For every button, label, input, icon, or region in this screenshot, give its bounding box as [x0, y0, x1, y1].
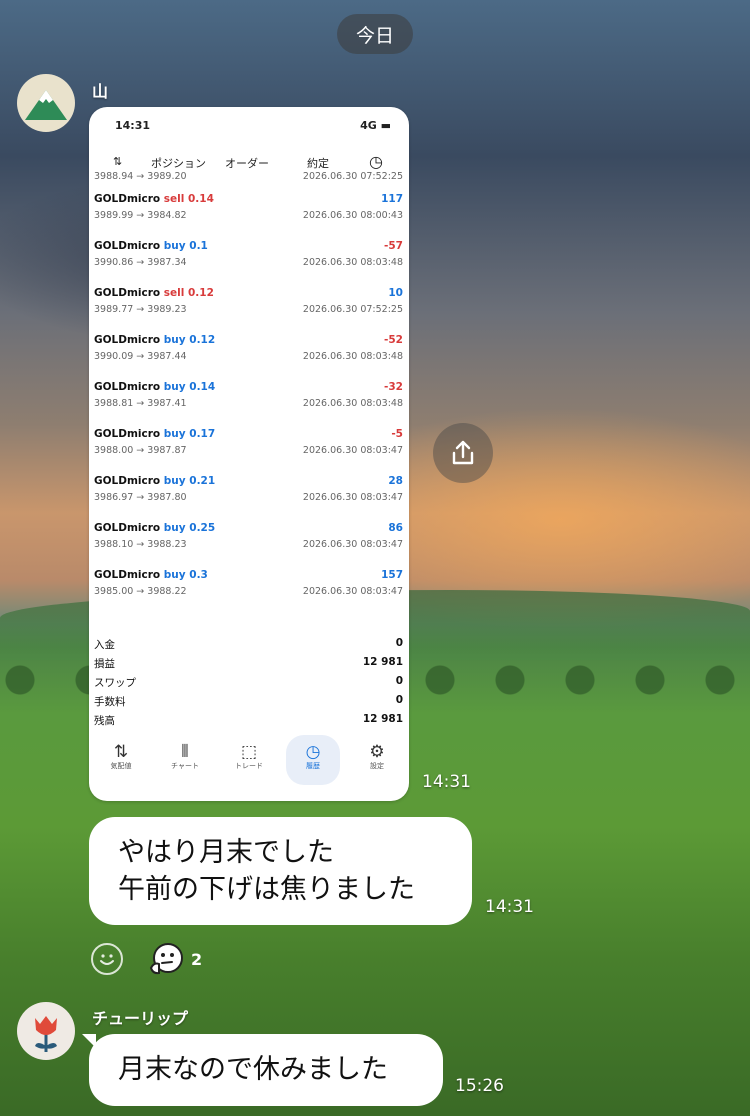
account-summary: 入金 0 損益 12 981 スワップ 0 手数料 0 残高 12 981: [89, 635, 409, 730]
trade-date: 2026.06.30 08:03:48: [302, 257, 403, 268]
trade-date: 2026.06.30 08:03:48: [302, 398, 403, 409]
trade-profit: 10: [388, 287, 403, 299]
trade-price: 3985.00 → 3988.22: [94, 586, 187, 597]
chart-icon: ⫴: [181, 742, 189, 762]
sort-icon: ⇅: [113, 155, 123, 168]
trade-profit: 86: [388, 522, 403, 534]
trade-price: 3989.99 → 3984.82: [94, 210, 187, 221]
trade-date: 2026.06.30 08:03:47: [302, 445, 403, 456]
trade-profit: 157: [381, 569, 403, 581]
status-signal: 4G ▬: [360, 119, 391, 132]
trade-symbol: GOLDmicro sell 0.14: [94, 193, 214, 205]
trade-profit: -52: [384, 334, 403, 346]
history-icon: ◷: [305, 742, 321, 762]
trade-date: 2026.06.30 08:03:47: [302, 586, 403, 597]
screenshot-image-message[interactable]: 14:31 4G ▬ ⇅ ポジション オーダー 約定 ◷ 3988.94 → 3…: [89, 107, 409, 801]
trade-date: 2026.06.30 08:00:43: [302, 210, 403, 221]
reaction-count: 2: [191, 950, 203, 969]
message-bubble[interactable]: やはり月末でした 午前の下げは焦りました: [89, 817, 472, 925]
trade-price: 3986.97 → 3987.80: [94, 492, 187, 503]
sender-name: 山: [92, 82, 109, 101]
nav-chart: ⫴ チャート: [171, 742, 199, 770]
summary-row-profit: 損益 12 981: [94, 656, 403, 670]
avatar-tulip[interactable]: [17, 1002, 75, 1060]
message-time: 14:31: [422, 772, 471, 792]
share-button[interactable]: [433, 423, 493, 483]
share-icon: [452, 440, 474, 465]
trade-row: GOLDmicro buy 0.25 3988.10 → 3988.23 86 202…: [89, 516, 409, 563]
nav-quotes: ⇅ 気配値: [110, 742, 132, 770]
message-bubble[interactable]: 月末なので休みました: [89, 1034, 443, 1106]
trade-list: 3988.94 → 3989.20 2026.06.30 07:52:25 GO…: [89, 169, 409, 610]
trade-profit: 117: [381, 193, 403, 205]
message-line-1: やはり月末でした: [118, 837, 334, 868]
trade-icon: ⬚: [240, 742, 258, 762]
trade-row: GOLDmicro buy 0.21 3986.97 → 3987.80 28 202…: [89, 469, 409, 516]
trade-row: GOLDmicro sell 0.12 3989.77 → 3989.23 10 20…: [89, 281, 409, 328]
reaction-emoji[interactable]: [148, 942, 184, 976]
message-line-2: 午前の下げは焦りました: [118, 874, 415, 905]
trade-date: 2026.06.30 08:03:47: [302, 492, 403, 503]
trade-row: GOLDmicro buy 0.17 3988.00 → 3987.87 -5 202…: [89, 422, 409, 469]
trade-symbol: GOLDmicro buy 0.21: [94, 475, 216, 487]
nav-trade: ⬚ トレード: [235, 742, 263, 770]
trade-date: 2026.06.30 08:03:47: [302, 539, 403, 550]
trade-price: 3988.00 → 3987.87: [94, 445, 187, 456]
trade-symbol: GOLDmicro buy 0.14: [94, 381, 216, 393]
trade-symbol: GOLDmicro buy 0.3: [94, 569, 208, 581]
add-reaction-button[interactable]: [91, 943, 123, 975]
smile-icon: [100, 954, 114, 965]
trade-profit: -57: [384, 240, 403, 252]
app-bottom-nav: ⇅ 気配値 ⫴ チャート ⬚ トレード ◷ 履歴 ⚙ 設定: [89, 735, 409, 785]
summary-row-commission: 手数料 0: [94, 694, 403, 708]
message-time: 15:26: [455, 1076, 504, 1096]
sender-name: チューリップ: [92, 1009, 189, 1028]
trade-row: GOLDmicro buy 0.14 3988.81 → 3987.41 -32 20…: [89, 375, 409, 422]
avatar-mountain[interactable]: [17, 74, 75, 132]
message-text: 月末なので休みました: [118, 1054, 388, 1085]
thinking-face-icon: [149, 943, 183, 975]
trade-price: 3989.77 → 3989.23: [94, 304, 187, 315]
quotes-icon: ⇅: [113, 742, 129, 762]
trade-price: 3990.86 → 3987.34: [94, 257, 187, 268]
trade-price: 3990.09 → 3987.44: [94, 351, 187, 362]
trade-price: 3988.10 → 3988.23: [94, 539, 187, 550]
summary-row-swap: スワップ 0: [94, 675, 403, 689]
trade-date: 2026.06.30 08:03:48: [302, 351, 403, 362]
trade-profit: -32: [384, 381, 403, 393]
trade-symbol: GOLDmicro buy 0.17: [94, 428, 216, 440]
trade-row: GOLDmicro buy 0.1 3990.86 → 3987.34 -57 202…: [89, 234, 409, 281]
trade-price: 3988.81 → 3987.41: [94, 398, 187, 409]
trade-symbol: GOLDmicro sell 0.12: [94, 287, 214, 299]
message-time: 14:31: [485, 897, 534, 917]
trade-row: GOLDmicro sell 0.14 3989.99 → 3984.82 117 2…: [89, 187, 409, 234]
trade-profit: 28: [388, 475, 403, 487]
trade-row: GOLDmicro buy 0.3 3985.00 → 3988.22 157 202…: [89, 563, 409, 610]
trade-row-partial: 3988.94 → 3989.20 2026.06.30 07:52:25: [94, 171, 403, 182]
date-separator: 今日: [337, 14, 413, 54]
summary-row-deposit: 入金 0: [94, 637, 403, 651]
phone-status-bar: 14:31 4G ▬: [89, 107, 409, 145]
tulip-icon: [35, 1016, 57, 1052]
trade-symbol: GOLDmicro buy 0.25: [94, 522, 216, 534]
trade-symbol: GOLDmicro buy 0.12: [94, 334, 216, 346]
trade-row: GOLDmicro buy 0.12 3990.09 → 3987.44 -52 20…: [89, 328, 409, 375]
settings-icon: ⚙: [369, 742, 385, 762]
trade-profit: -5: [391, 428, 403, 440]
summary-row-balance: 残高 12 981: [94, 713, 403, 727]
nav-settings: ⚙ 設定: [369, 742, 385, 770]
mountain-icon: [25, 90, 67, 120]
trade-symbol: GOLDmicro buy 0.1: [94, 240, 208, 252]
status-time: 14:31: [115, 119, 151, 132]
nav-history: ◷ 履歴: [286, 735, 340, 785]
trade-date: 2026.06.30 07:52:25: [302, 304, 403, 315]
